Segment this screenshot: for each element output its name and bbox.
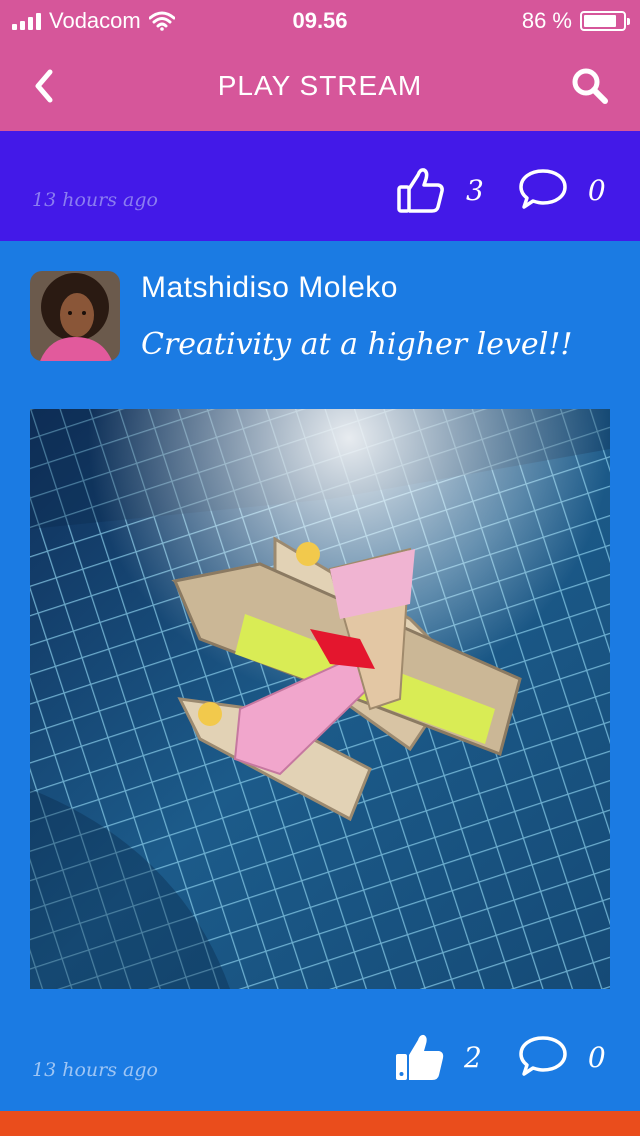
thumbs-up-outline-icon [397,168,444,213]
page-title: PLAY STREAM [217,70,423,101]
avatar[interactable] [30,271,120,361]
post-actions: 2 0 [394,1031,606,1083]
like-button[interactable] [394,1031,446,1083]
comment-count: 0 [587,1040,606,1074]
nav-bar: PLAY STREAM [0,42,640,131]
post-caption: Creativity at a higher level!! [141,327,573,362]
post-timestamp: 13 hours ago [32,1059,158,1081]
search-icon [572,68,608,104]
post-actions: 3 0 [396,165,606,215]
battery-percent: 86 % [521,8,572,33]
comment-button[interactable] [518,167,568,213]
post-card-previous: 13 hours ago 3 0 [0,131,640,241]
like-count: 3 [466,173,484,207]
search-button[interactable] [570,66,610,106]
battery-fill [584,15,617,27]
thumbs-up-filled-icon [396,1034,444,1080]
next-post-card [0,1111,640,1136]
comment-bubble-icon [519,169,567,209]
post-timestamp: 13 hours ago [32,189,158,211]
avatar-image [30,271,120,361]
comment-button[interactable] [518,1034,568,1080]
author-name[interactable]: Matshidiso Moleko [141,271,398,305]
status-right: 86 % [521,8,630,34]
like-button[interactable] [396,165,446,215]
post-card: Matshidiso Moleko Creativity at a higher… [0,241,640,1111]
battery-icon [580,11,630,31]
post-photo[interactable] [30,409,610,989]
comment-count: 0 [587,173,606,207]
like-count: 2 [464,1040,482,1074]
lego-boat-photo [30,409,610,989]
comment-bubble-icon [519,1036,567,1076]
status-bar: Vodacom 09.56 86 % [0,0,640,42]
